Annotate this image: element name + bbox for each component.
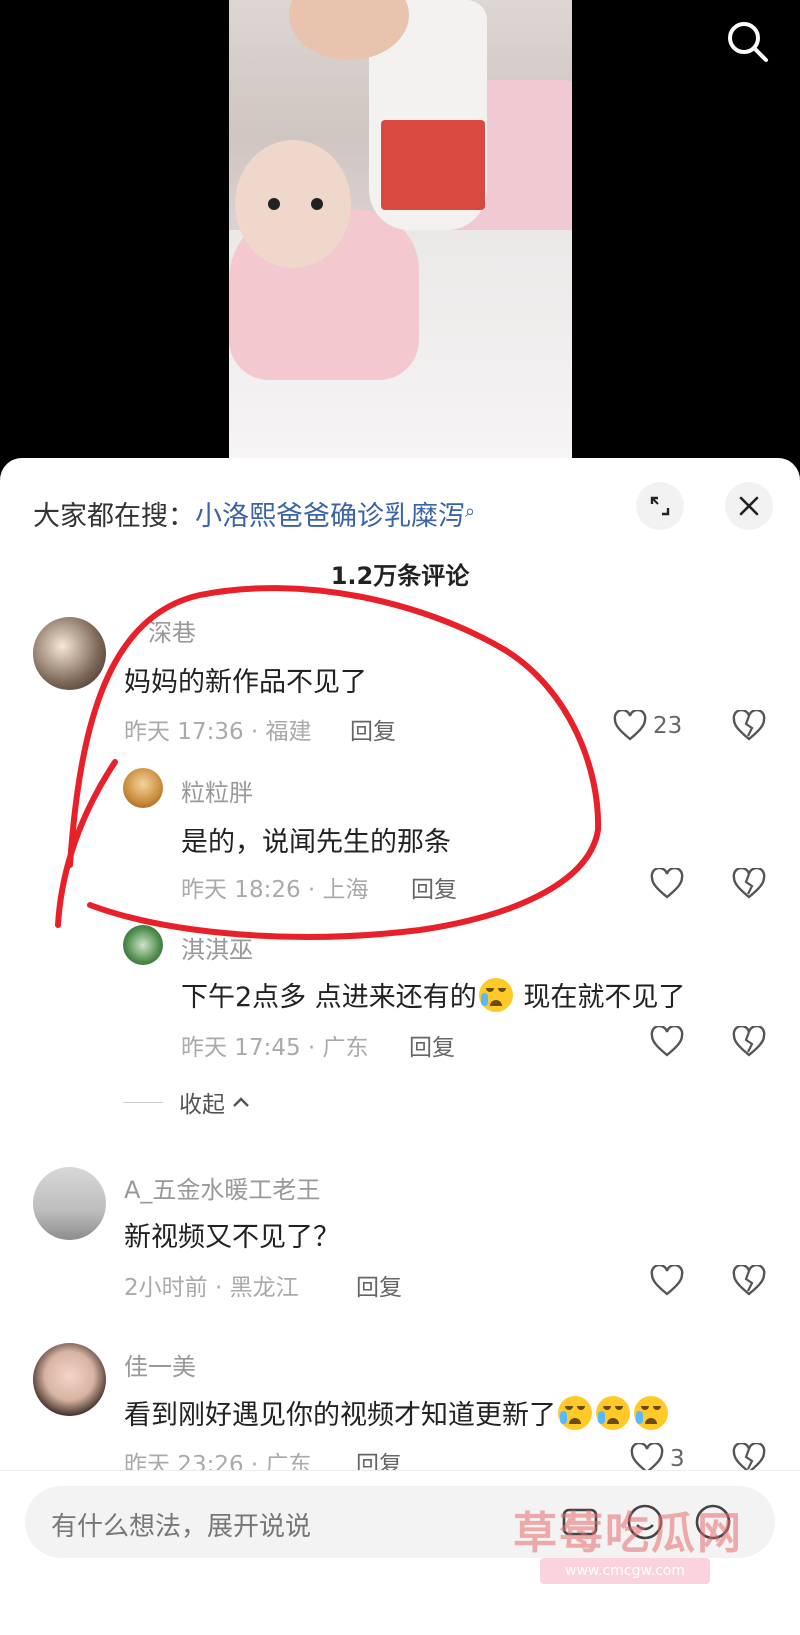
comment-username[interactable]: 粒粒胖 xyxy=(181,773,253,808)
comment-username[interactable]: A_五金水暖工老王 xyxy=(124,1170,320,1205)
comment-text-part: 现在就不见了 xyxy=(514,982,686,1013)
comment-text: 新视频又不见了？ xyxy=(124,1222,340,1253)
comment-text: 是的，说闻先生的那条 xyxy=(181,827,451,858)
search-small-icon: ⌕ xyxy=(465,501,476,522)
broken-heart-icon xyxy=(732,866,766,899)
crying-emoji-icon xyxy=(634,1396,668,1430)
comment-text: 妈妈的新作品不见了 xyxy=(124,667,367,698)
comment-username[interactable]: 深巷 xyxy=(148,613,196,648)
comment-text-part: 看到刚好遇见你的视频才知道更新了 xyxy=(124,1400,556,1431)
like-count: 23 xyxy=(653,713,683,739)
crying-emoji-icon xyxy=(558,1396,592,1430)
reply-button[interactable]: 回复 xyxy=(356,1268,402,1302)
avatar[interactable] xyxy=(33,1343,106,1416)
heart-icon xyxy=(650,1265,684,1296)
comment-meta: 昨天 17:36 · 福建 xyxy=(124,719,312,745)
comment-username[interactable]: 淇淇巫 xyxy=(181,930,253,965)
watermark-text: 草莓吃瓜网 xyxy=(513,1508,743,1559)
comment-meta: 2小时前 · 黑龙江 xyxy=(124,1275,299,1301)
like-button[interactable] xyxy=(650,1026,684,1058)
avatar[interactable] xyxy=(123,925,163,965)
like-button[interactable]: 23 xyxy=(613,710,682,742)
avatar[interactable] xyxy=(33,1167,106,1240)
app-root: 大家都在搜：小洛熙爸爸确诊乳糜泻⌕ 1.2万条评论 深巷 妈妈的新作品不见了 昨… xyxy=(0,0,800,1635)
avatar[interactable] xyxy=(33,617,106,690)
crying-emoji-icon xyxy=(596,1396,630,1430)
comment-meta: 昨天 18:26 · 上海 xyxy=(181,877,369,903)
video-player[interactable] xyxy=(0,0,800,460)
comment-text: 下午2点多 点进来还有的 现在就不见了 xyxy=(181,975,685,1014)
divider xyxy=(123,1101,163,1103)
reply-button[interactable]: 回复 xyxy=(411,870,457,904)
chevron-up-icon xyxy=(233,1097,249,1107)
watermark-url: www.cmcgw.com xyxy=(540,1558,710,1584)
reply-button[interactable]: 回复 xyxy=(350,712,396,746)
eye-right xyxy=(311,198,323,210)
hot-search-prefix: 大家都在搜： xyxy=(33,501,195,532)
broken-heart-icon xyxy=(732,1024,766,1057)
baby-head-shape xyxy=(235,140,351,268)
dislike-button[interactable] xyxy=(732,1024,766,1062)
comment-text: 看到刚好遇见你的视频才知道更新了 xyxy=(124,1393,670,1432)
avatar[interactable] xyxy=(123,768,163,808)
close-icon xyxy=(739,496,759,516)
bottle-label-shape xyxy=(381,120,485,210)
reply-button[interactable]: 回复 xyxy=(409,1028,455,1062)
hot-search-bar[interactable]: 大家都在搜：小洛熙爸爸确诊乳糜泻⌕ xyxy=(33,494,475,533)
input-placeholder: 有什么想法，展开说说 xyxy=(51,1512,312,1542)
expand-icon xyxy=(650,496,670,516)
search-icon[interactable] xyxy=(724,18,772,66)
expand-button[interactable] xyxy=(636,482,684,530)
like-button[interactable] xyxy=(650,868,684,900)
like-count: 3 xyxy=(670,1446,685,1472)
broken-heart-icon xyxy=(732,1263,766,1296)
dislike-button[interactable] xyxy=(732,1263,766,1301)
broken-heart-icon xyxy=(732,708,766,741)
dislike-button[interactable] xyxy=(732,708,766,746)
comment-count: 1.2万条评论 xyxy=(330,562,470,590)
close-button[interactable] xyxy=(725,482,773,530)
collapse-replies-button[interactable]: 收起 xyxy=(123,1085,251,1119)
comment-username[interactable]: 佳一美 xyxy=(124,1347,196,1382)
eye-left xyxy=(268,198,280,210)
hot-search-keyword[interactable]: 小洛熙爸爸确诊乳糜泻 xyxy=(195,501,465,532)
dislike-button[interactable] xyxy=(732,866,766,904)
heart-icon xyxy=(650,868,684,899)
video-frame xyxy=(229,0,572,460)
crying-emoji-icon xyxy=(478,978,513,1012)
comment-meta: 昨天 17:45 · 广东 xyxy=(181,1035,369,1061)
like-button[interactable] xyxy=(650,1265,684,1297)
heart-icon xyxy=(650,1026,684,1057)
heart-icon xyxy=(613,710,647,741)
comment-text-part: 下午2点多 点进来还有的 xyxy=(181,982,477,1013)
collapse-label: 收起 xyxy=(179,1092,225,1118)
